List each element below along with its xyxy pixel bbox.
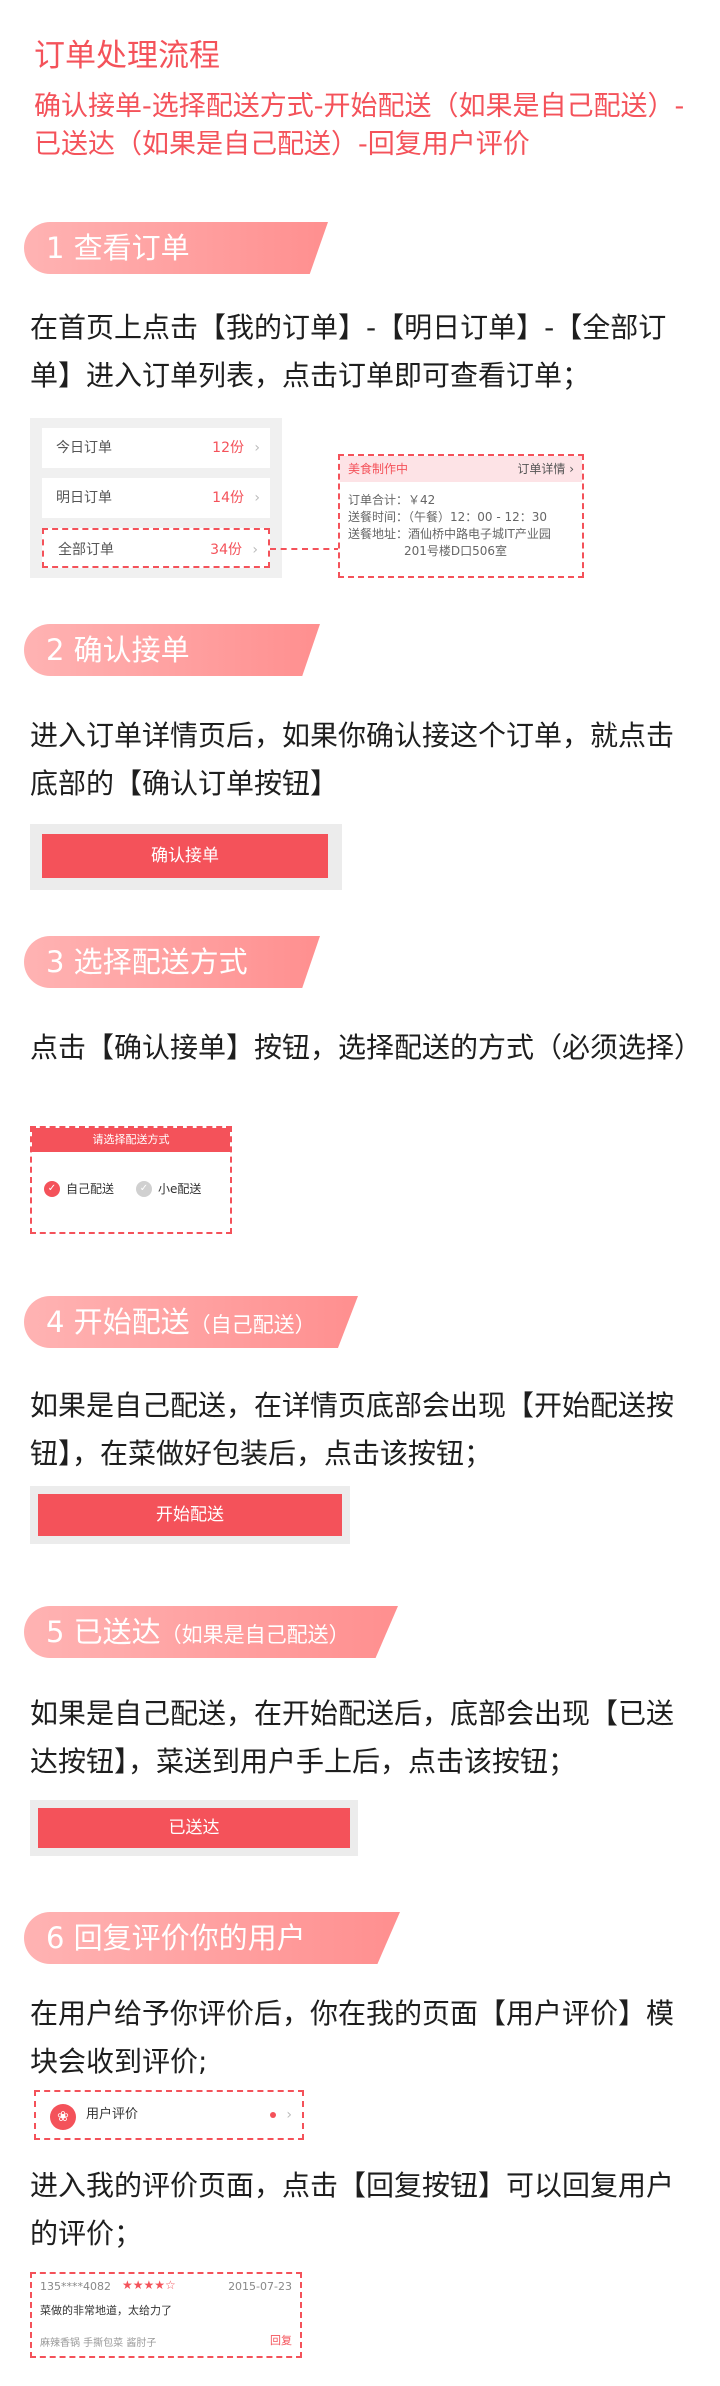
order-detail-card[interactable]: 美食制作中 订单详情 › 订单合计：￥42 送餐时间：（午餐）12：00 - 1… <box>338 454 584 578</box>
step-6-banner: 6 回复评价你的用户 <box>24 1912 400 1964</box>
step-2-text: 进入订单详情页后，如果你确认接这个订单，就点击底部的【确认订单按钮】 <box>30 719 675 800</box>
step-1-text: 在首页上点击【我的订单】-【明日订单】-【全部订单】进入订单列表，点击订单即可查… <box>30 311 667 392</box>
flower-icon: ❀ <box>50 2104 76 2130</box>
review-user: 135****4082 <box>40 2280 111 2293</box>
chevron-right-icon: › <box>254 490 260 506</box>
user-review-label: 用户评价 <box>86 2107 139 2122</box>
unread-dot-icon <box>270 2112 276 2118</box>
connector-line <box>270 548 340 550</box>
arrived-button[interactable]: 已送达 <box>38 1808 350 1848</box>
order-time: 送餐时间：（午餐）12：00 - 12：30 <box>348 510 548 524</box>
start-delivery-button[interactable]: 开始配送 <box>38 1494 342 1536</box>
review-dishes: 麻辣香锅 手撕包菜 酱肘子 <box>40 2338 157 2349</box>
review-text: 菜做的非常地道，太给力了 <box>40 2304 172 2317</box>
order-list-panel: 今日订单 12份 › 明日订单 14份 › 全部订单 34份 › <box>30 418 282 578</box>
delivery-method-header: 请选择配送方式 <box>32 1128 230 1152</box>
chevron-right-icon: › <box>252 542 258 558</box>
page-title: 订单处理流程 <box>34 38 220 74</box>
flow-summary: 确认接单-选择配送方式-开始配送（如果是自己配送）-已送达（如果是自己配送）-回… <box>34 91 685 160</box>
check-icon: ✓ <box>136 1181 152 1197</box>
review-date: 2015-07-23 <box>228 2280 292 2293</box>
step-6-text: 在用户给予你评价后，你在我的页面【用户评价】模块会收到评价; <box>30 1997 675 2078</box>
order-row-all[interactable]: 全部订单 34份 › <box>42 528 270 568</box>
user-review-entry[interactable]: ❀ 用户评价 › <box>34 2090 304 2140</box>
delivery-option-self[interactable]: ✓ 自己配送 <box>44 1180 114 1198</box>
step-4-text: 如果是自己配送，在详情页底部会出现【开始配送按钮】，在菜做好包装后，点击该按钮； <box>30 1389 675 1470</box>
order-status-header: 美食制作中 订单详情 › <box>340 456 582 482</box>
order-detail-link[interactable]: 订单详情 › <box>517 456 574 482</box>
arrived-button-bar: 已送达 <box>30 1800 358 1856</box>
review-stars: ★★★★☆ <box>122 2278 176 2292</box>
chevron-right-icon: › <box>254 440 260 456</box>
step-3-text: 点击【确认接单】按钮，选择配送的方式（必须选择） <box>30 1031 703 1064</box>
step-4-banner: 4 开始配送（自己配送） <box>24 1296 358 1348</box>
review-card: 135****4082 ★★★★☆ 2015-07-23 菜做的非常地道，太给力… <box>30 2272 302 2358</box>
order-row-tomorrow[interactable]: 明日订单 14份 › <box>42 478 270 518</box>
reply-text: 进入我的评价页面，点击【回复按钮】可以回复用户的评价； <box>30 2169 675 2250</box>
step-1-banner: 1 查看订单 <box>24 222 328 274</box>
step-3-banner: 3 选择配送方式 <box>24 936 320 988</box>
step-5-text: 如果是自己配送，在开始配送后，底部会出现【已送达按钮】，菜送到用户手上后，点击该… <box>30 1697 675 1778</box>
order-address-line2: 201号楼D口506室 <box>404 544 508 558</box>
step-2-banner: 2 确认接单 <box>24 624 320 676</box>
confirm-order-button[interactable]: 确认接单 <box>42 834 328 878</box>
reply-button[interactable]: 回复 <box>270 2332 292 2348</box>
chevron-right-icon: › <box>286 2107 292 2123</box>
delivery-method-panel: 请选择配送方式 ✓ 自己配送 ✓ 小e配送 <box>30 1126 232 1234</box>
delivery-option-xiaoe[interactable]: ✓ 小e配送 <box>136 1180 201 1198</box>
step-5-banner: 5 已送达（如果是自己配送） <box>24 1606 398 1658</box>
check-icon: ✓ <box>44 1181 60 1197</box>
order-row-today[interactable]: 今日订单 12份 › <box>42 428 270 468</box>
start-button-bar: 开始配送 <box>30 1486 350 1544</box>
order-total: 订单合计：￥42 <box>348 493 436 507</box>
confirm-button-bar: 确认接单 <box>30 824 342 890</box>
order-address: 送餐地址：酒仙桥中路电子城IT产业园 <box>348 527 551 541</box>
